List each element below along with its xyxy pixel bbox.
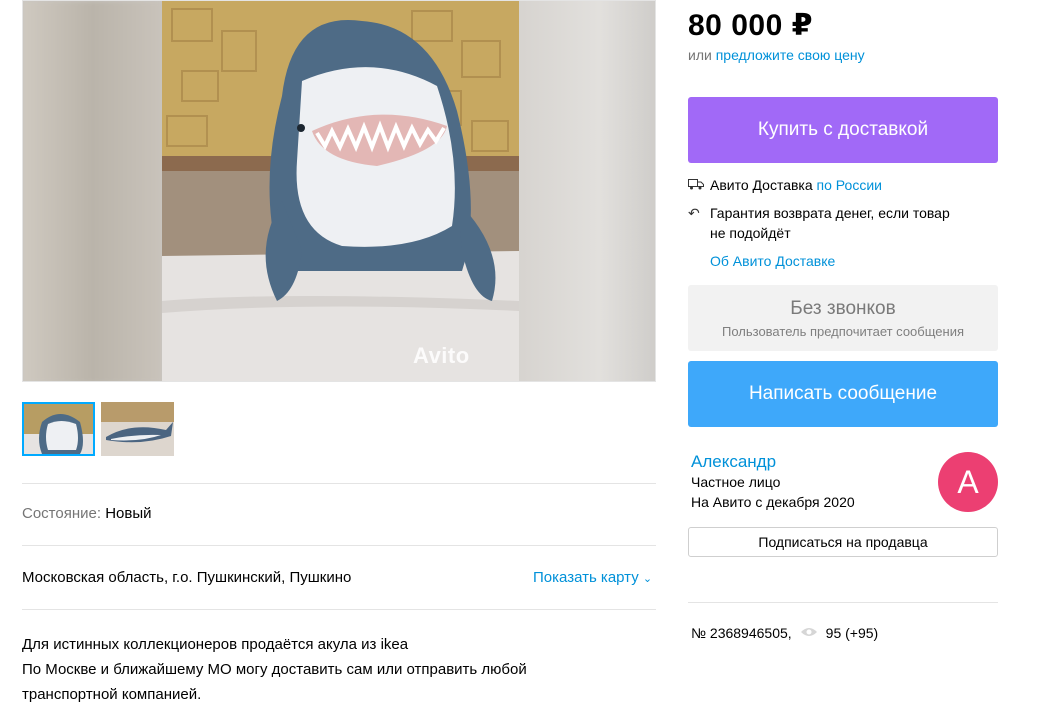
main-photo[interactable]: Avito bbox=[22, 0, 656, 382]
address-text: Московская область, г.о. Пушкинский, Пуш… bbox=[22, 569, 352, 586]
seller-since: На Авито с декабря 2020 bbox=[691, 494, 855, 510]
listing-meta: № 2368946505, 95 (+95) bbox=[691, 625, 878, 641]
thumb-shark-front[interactable] bbox=[22, 402, 95, 456]
divider bbox=[22, 483, 656, 484]
subscribe-seller-button[interactable]: Подписаться на продавца bbox=[688, 527, 998, 557]
buy-with-delivery-button[interactable]: Купить с доставкой bbox=[688, 97, 998, 163]
condition-label: Состояние: bbox=[22, 505, 102, 522]
description-line: Для истинных коллекционеров продаётся ак… bbox=[22, 636, 409, 653]
avito-watermark: Avito bbox=[413, 343, 470, 368]
guarantee-line: не подойдёт bbox=[710, 225, 791, 241]
show-map-label: Показать карту bbox=[533, 569, 639, 586]
shark-photo bbox=[162, 1, 519, 381]
avatar[interactable]: А bbox=[938, 452, 998, 512]
price: 80 000 ₽ bbox=[688, 9, 813, 42]
divider bbox=[688, 602, 998, 603]
write-message-button[interactable]: Написать сообщение bbox=[688, 361, 998, 427]
chevron-down-icon: ⌄ bbox=[642, 573, 653, 585]
listing-number: № 2368946505, bbox=[691, 625, 792, 641]
offer-price-row: или предложите свою цену bbox=[688, 47, 865, 63]
photo-blur-left bbox=[23, 1, 162, 381]
condition-param: Состояние: Новый bbox=[22, 505, 152, 522]
about-delivery-link[interactable]: Об Авито Доставке bbox=[710, 251, 835, 271]
guarantee-info: ↶ Гарантия возврата денег, если товар не … bbox=[688, 203, 950, 243]
description-line: транспортной компанией. bbox=[22, 686, 202, 703]
photo-blur-right bbox=[516, 1, 655, 381]
description-line: По Москве и ближайшему МО могу доставить… bbox=[22, 661, 527, 678]
return-arrow-icon: ↶ bbox=[688, 205, 700, 221]
show-map-link[interactable]: Показать карту ⌄ bbox=[533, 569, 652, 586]
no-calls-title: Без звонков bbox=[790, 297, 896, 319]
condition-value: Новый bbox=[105, 505, 152, 522]
offer-prefix: или bbox=[688, 47, 712, 63]
guarantee-line: Гарантия возврата денег, если товар bbox=[710, 205, 950, 221]
thumb-image bbox=[101, 402, 174, 456]
divider bbox=[22, 545, 656, 546]
no-calls-button[interactable]: Без звонков Пользователь предпочитает со… bbox=[688, 285, 998, 351]
thumb-shark-side[interactable] bbox=[101, 402, 174, 456]
seller-type: Частное лицо bbox=[691, 474, 781, 490]
thumb-image bbox=[24, 404, 93, 454]
delivery-region-link[interactable]: по России bbox=[817, 177, 882, 193]
description: Для истинных коллекционеров продаётся ак… bbox=[22, 632, 622, 707]
offer-price-link[interactable]: предложите свою цену bbox=[716, 47, 865, 63]
truck-icon bbox=[688, 175, 706, 195]
seller-name-link[interactable]: Александр bbox=[691, 452, 776, 472]
views-count: 95 (+95) bbox=[825, 625, 879, 641]
delivery-text: Авито Доставка bbox=[710, 177, 813, 193]
divider bbox=[22, 609, 656, 610]
no-calls-subtitle: Пользователь предпочитает сообщения bbox=[721, 323, 964, 339]
eye-icon bbox=[800, 625, 818, 641]
delivery-info: Авито Доставка по России bbox=[688, 175, 882, 195]
